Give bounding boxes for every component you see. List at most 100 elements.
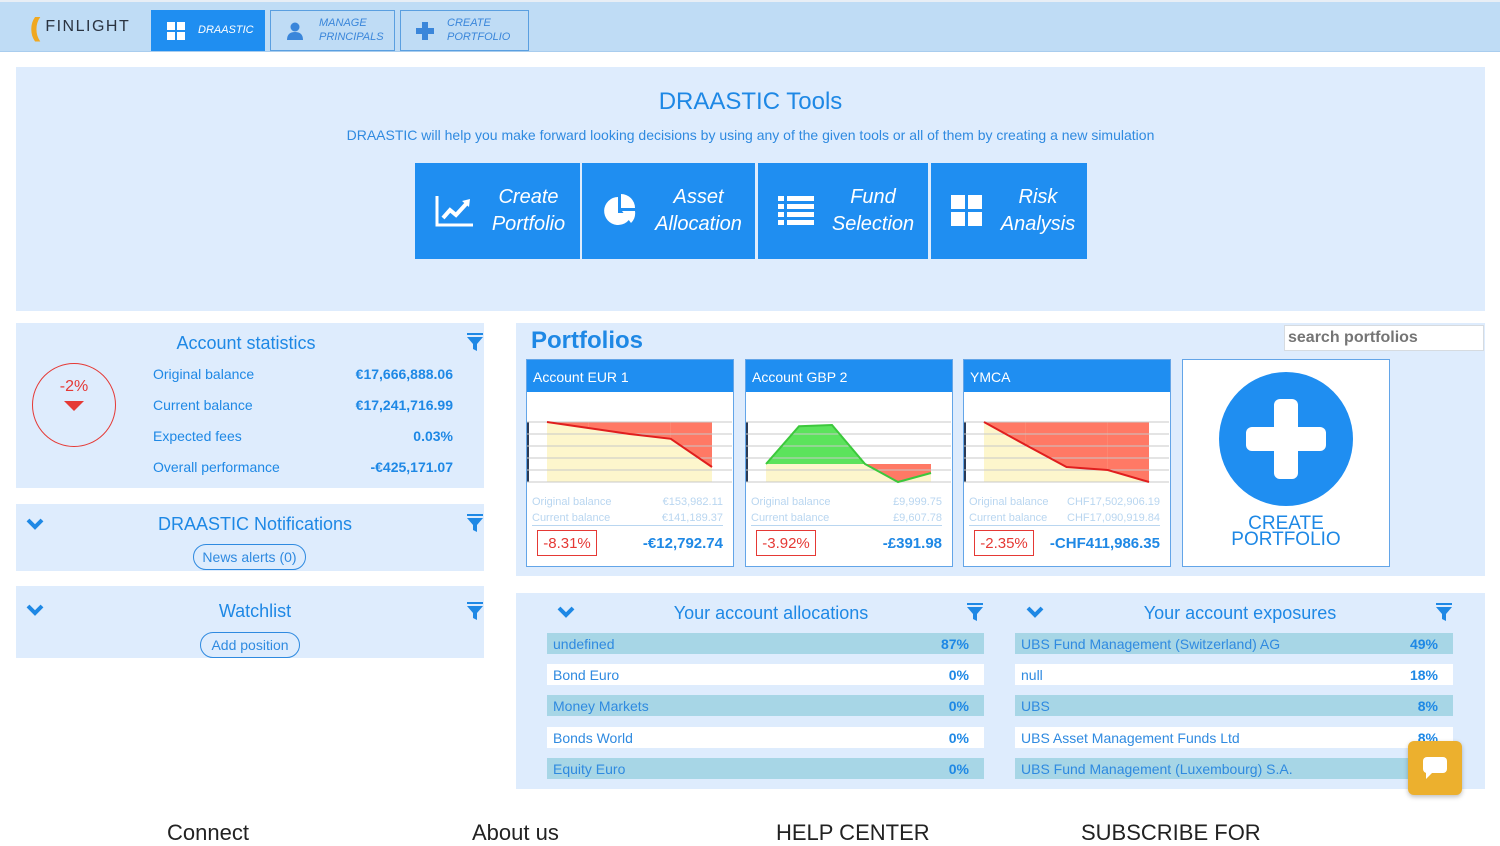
row-percent: 49% xyxy=(1409,635,1438,652)
watchlist-panel: Watchlist Add position xyxy=(16,586,484,658)
filter-icon[interactable] xyxy=(967,603,983,621)
nav-tab-label: DRAASTIC xyxy=(198,23,254,36)
exposure-row[interactable]: UBS Asset Management Funds Ltd 8% xyxy=(1015,727,1453,748)
nav-tab-create-portfolio[interactable]: CREATE PORTFOLIO xyxy=(400,10,529,51)
stat-value: €17,241,716.99 xyxy=(355,397,453,413)
nav-tab-manage-principals[interactable]: MANAGE PRINCIPALS xyxy=(270,10,395,51)
exposure-row[interactable]: UBS 8% xyxy=(1015,695,1453,716)
original-balance-row: Original balance €153,982.11 xyxy=(532,496,723,508)
value: €141,189.37 xyxy=(661,512,723,524)
tools-title: DRAASTIC Tools xyxy=(658,88,843,115)
draastic-tools-panel: DRAASTIC Tools DRAASTIC will help you ma… xyxy=(16,67,1485,311)
row-percent: 0% xyxy=(948,697,969,714)
portfolio-percent-change: -2.35% xyxy=(974,530,1034,556)
portfolio-card[interactable]: Account GBP 2 Original balance £9,999.75 … xyxy=(745,359,953,567)
stat-row-overall-performance: Overall performance -€425,171.07 xyxy=(153,459,453,475)
filter-icon[interactable] xyxy=(1436,603,1452,621)
label: Current balance xyxy=(751,512,830,524)
tool-label: Create Portfolio xyxy=(491,186,566,235)
row-label: Money Markets xyxy=(553,697,649,714)
portfolio-card[interactable]: Account EUR 1 Original balance €153,982.1… xyxy=(526,359,734,567)
original-balance-row: Original balance £9,999.75 xyxy=(751,496,942,508)
account-statistics-title: Account statistics xyxy=(176,333,316,353)
stat-label: Current balance xyxy=(153,397,253,413)
account-allocations-panel: Your account allocations undefined 87% Bo… xyxy=(516,593,1000,789)
nav-tab-draastic[interactable]: DRAASTIC xyxy=(151,10,265,51)
tool-asset-allocation-button[interactable]: Asset Allocation xyxy=(582,163,755,259)
row-label: UBS Asset Management Funds Ltd xyxy=(1021,729,1240,746)
portfolio-card[interactable]: YMCA Original balance CHF17,502,906.19 Cu… xyxy=(963,359,1171,567)
filter-icon[interactable] xyxy=(467,514,483,532)
create-portfolio-card[interactable]: CREATE PORTFOLIO xyxy=(1182,359,1390,567)
finlight-logo[interactable]: (( FINLIGHT xyxy=(30,14,130,40)
stat-row-original-balance: Original balance €17,666,888.06 xyxy=(153,366,453,382)
label: Current balance xyxy=(532,512,611,524)
allocation-row[interactable]: Bonds World 0% xyxy=(547,727,984,748)
pie-chart-icon xyxy=(598,189,642,233)
exposure-row[interactable]: UBS Fund Management (Luxembourg) S.A. xyxy=(1015,758,1453,779)
label: Original balance xyxy=(969,496,1049,508)
row-label: Equity Euro xyxy=(553,760,626,777)
grid-icon xyxy=(166,21,186,41)
chat-bubble-icon xyxy=(1423,757,1447,779)
value: €153,982.11 xyxy=(662,496,723,508)
news-alerts-button[interactable]: News alerts (0) xyxy=(193,544,306,570)
allocation-row[interactable]: undefined 87% xyxy=(547,633,984,654)
portfolio-sparkline-chart xyxy=(746,421,951,484)
portfolio-name: Account EUR 1 xyxy=(527,360,733,392)
exposures-title: Your account exposures xyxy=(1143,603,1337,623)
logo-text: FINLIGHT xyxy=(45,18,131,35)
value: £9,607.78 xyxy=(893,512,942,524)
notifications-title: DRAASTIC Notifications xyxy=(157,514,353,534)
filter-icon[interactable] xyxy=(467,602,483,620)
allocation-row[interactable]: Equity Euro 0% xyxy=(547,758,984,779)
allocations-title: Your account allocations xyxy=(673,603,869,623)
filter-icon[interactable] xyxy=(467,333,483,351)
watchlist-title: Watchlist xyxy=(218,601,292,621)
search-portfolios-input[interactable] xyxy=(1284,325,1484,351)
create-portfolio-label: CREATE PORTFOLIO xyxy=(1231,513,1341,551)
portfolio-delta: -£391.98 xyxy=(882,535,942,552)
exposure-row[interactable]: UBS Fund Management (Switzerland) AG 49% xyxy=(1015,633,1453,654)
grid-icon xyxy=(945,189,989,233)
row-label: UBS Fund Management (Luxembourg) S.A. xyxy=(1021,760,1293,777)
portfolio-percent-change: -8.31% xyxy=(537,530,597,556)
performance-indicator: -2% xyxy=(32,363,116,447)
row-percent: 0% xyxy=(948,729,969,746)
add-position-button[interactable]: Add position xyxy=(200,632,300,658)
caret-down-icon xyxy=(64,401,84,411)
logo-mark-icon: (( xyxy=(30,12,41,42)
plus-icon xyxy=(415,21,435,41)
portfolio-name: Account GBP 2 xyxy=(746,360,952,392)
chat-button[interactable] xyxy=(1408,741,1462,795)
notifications-panel: DRAASTIC Notifications News alerts (0) xyxy=(16,504,484,571)
tool-risk-analysis-button[interactable]: Risk Analysis xyxy=(931,163,1087,259)
tool-fund-selection-button[interactable]: Fund Selection xyxy=(758,163,928,259)
original-balance-row: Original balance CHF17,502,906.19 xyxy=(969,496,1160,508)
current-balance-row: Current balance £9,607.78 xyxy=(751,512,942,524)
stat-value: €17,666,888.06 xyxy=(355,366,453,382)
allocation-row[interactable]: Money Markets 0% xyxy=(547,695,984,716)
portfolio-sparkline-chart xyxy=(527,421,732,483)
row-percent: 18% xyxy=(1409,666,1438,683)
divider xyxy=(969,525,1160,526)
allocation-row[interactable]: Bond Euro 0% xyxy=(547,664,984,685)
divider xyxy=(751,525,942,526)
portfolio-delta: -€12,792.74 xyxy=(642,535,723,552)
portfolio-name: YMCA xyxy=(964,360,1170,392)
user-icon xyxy=(285,21,305,41)
row-label: Bonds World xyxy=(553,729,633,746)
footer-heading-help-center: HELP CENTER xyxy=(776,820,930,845)
nav-tab-label: CREATE PORTFOLIO xyxy=(447,16,511,43)
tool-label: Asset Allocation xyxy=(655,186,742,235)
footer-heading-connect: Connect xyxy=(167,820,249,845)
row-percent: 87% xyxy=(940,635,969,652)
exposure-row[interactable]: null 18% xyxy=(1015,664,1453,685)
value: CHF17,090,919.84 xyxy=(1067,512,1160,524)
portfolio-sparkline-chart xyxy=(964,421,1169,483)
stat-row-current-balance: Current balance €17,241,716.99 xyxy=(153,397,453,413)
tool-create-portfolio-button[interactable]: Create Portfolio xyxy=(415,163,580,259)
row-label: Bond Euro xyxy=(553,666,620,683)
stat-value: 0.03% xyxy=(413,428,453,444)
performance-percent: -2% xyxy=(59,378,89,395)
